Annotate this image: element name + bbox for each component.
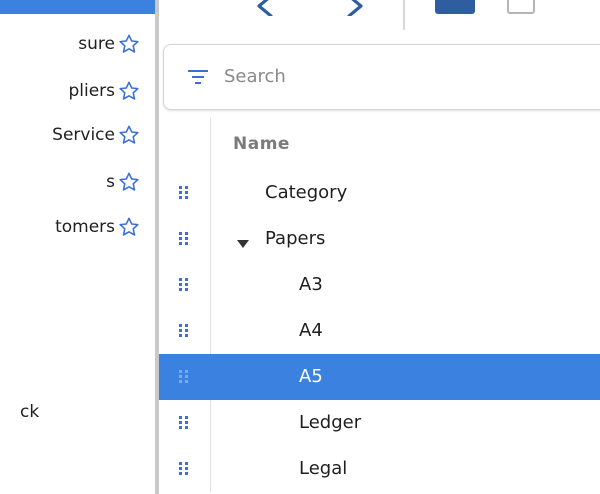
star-outline-icon[interactable] bbox=[118, 80, 140, 102]
grid-view-icon[interactable] bbox=[507, 0, 535, 14]
sidebar-item-1[interactable]: sure bbox=[0, 30, 155, 58]
sidebar-item-label: sure bbox=[78, 34, 115, 54]
drag-handle-icon[interactable] bbox=[159, 446, 211, 492]
drag-handle-icon[interactable] bbox=[159, 400, 211, 446]
star-outline-icon[interactable] bbox=[118, 33, 140, 55]
table-row[interactable]: Legal bbox=[159, 446, 600, 492]
sidebar-item-4[interactable]: s bbox=[0, 168, 155, 196]
tree-table: Name Category Papers A3 A4 A5 Ledger Leg… bbox=[159, 118, 600, 492]
row-name: A5 bbox=[299, 366, 323, 387]
row-name: Legal bbox=[299, 458, 348, 479]
search-input[interactable] bbox=[224, 61, 594, 91]
list-view-icon[interactable] bbox=[435, 0, 475, 14]
sidebar-item-label: tomers bbox=[55, 217, 115, 237]
sidebar-item-label: ck bbox=[20, 402, 40, 422]
sidebar: sure pliers Service s tomers ck bbox=[0, 0, 155, 494]
sidebar-item-bottom[interactable]: ck bbox=[0, 398, 155, 426]
star-outline-icon[interactable] bbox=[118, 171, 140, 193]
back-arrow-icon[interactable] bbox=[245, 0, 285, 18]
sidebar-item-label: Service bbox=[52, 125, 115, 145]
star-outline-icon[interactable] bbox=[118, 216, 140, 238]
drag-handle-icon[interactable] bbox=[159, 216, 211, 262]
row-name: Ledger bbox=[299, 412, 362, 433]
filter-icon[interactable] bbox=[186, 67, 210, 87]
table-row[interactable]: Category bbox=[159, 170, 600, 216]
handle-column-header bbox=[159, 118, 211, 170]
drag-handle-icon[interactable] bbox=[159, 354, 211, 400]
table-header: Name bbox=[159, 118, 600, 170]
sidebar-item-label: pliers bbox=[68, 81, 115, 101]
sidebar-item-5[interactable]: tomers bbox=[0, 213, 155, 241]
star-outline-icon[interactable] bbox=[118, 124, 140, 146]
column-header-name[interactable]: Name bbox=[233, 118, 290, 170]
table-row[interactable]: Papers bbox=[159, 216, 600, 262]
sidebar-item-label: s bbox=[106, 172, 115, 192]
row-name: A4 bbox=[299, 320, 323, 341]
sidebar-item-2[interactable]: pliers bbox=[0, 77, 155, 105]
sidebar-selected-item[interactable] bbox=[0, 0, 155, 14]
drag-handle-icon[interactable] bbox=[159, 170, 211, 216]
expand-triangle-icon[interactable] bbox=[237, 234, 249, 248]
row-name: A3 bbox=[299, 274, 323, 295]
table-row[interactable]: A3 bbox=[159, 262, 600, 308]
row-name: Category bbox=[265, 182, 348, 203]
sidebar-item-3[interactable]: Service bbox=[0, 121, 155, 149]
drag-handle-icon[interactable] bbox=[159, 308, 211, 354]
search-box bbox=[163, 44, 600, 110]
table-row-selected[interactable]: A5 bbox=[159, 354, 600, 400]
main-panel: Name Category Papers A3 bbox=[159, 0, 600, 494]
toolbar bbox=[159, 0, 600, 42]
table-row[interactable]: A4 bbox=[159, 308, 600, 354]
row-name: Papers bbox=[265, 228, 326, 249]
forward-arrow-icon[interactable] bbox=[335, 0, 375, 18]
toolbar-separator bbox=[403, 0, 405, 30]
table-row[interactable]: Ledger bbox=[159, 400, 600, 446]
drag-handle-icon[interactable] bbox=[159, 262, 211, 308]
